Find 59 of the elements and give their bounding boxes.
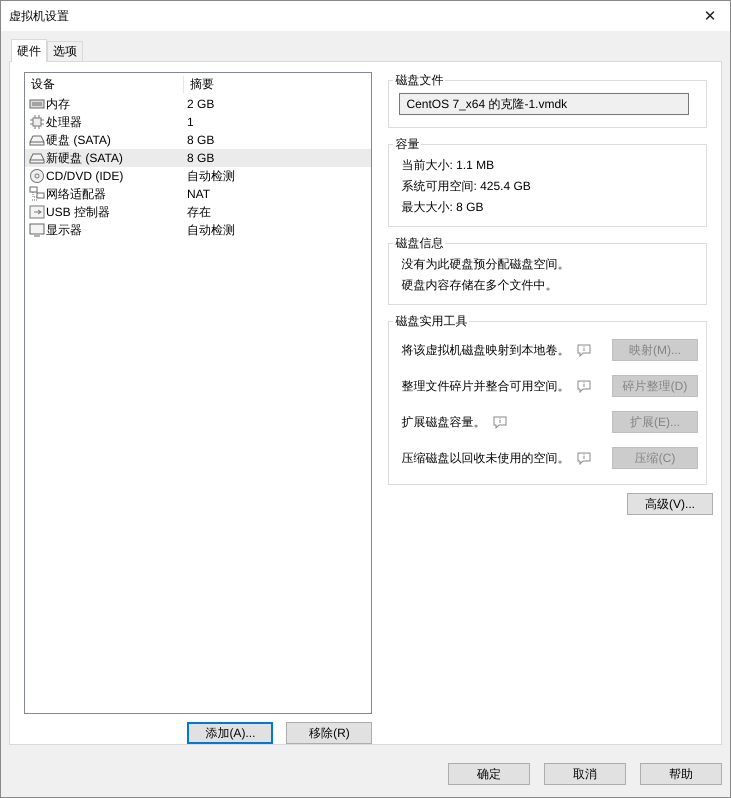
capacity-text: 系统可用空间: 425.4 GB: [400, 178, 532, 195]
device-summary: NAT: [186, 187, 210, 201]
network-icon: [29, 186, 45, 202]
device-row[interactable]: 内存 2 GB: [25, 95, 372, 113]
device-name: CD/DVD (IDE): [46, 169, 124, 183]
display-icon: [29, 222, 45, 238]
utility-text: 扩展磁盘容量。: [401, 414, 486, 430]
info-text: 没有为此硬盘预分配磁盘空间。: [400, 256, 570, 273]
device-row[interactable]: USB 控制器 存在: [25, 203, 372, 221]
utility-text: 将该虚拟机磁盘映射到本地卷。: [401, 342, 570, 358]
cdrom-icon: [29, 168, 45, 184]
device-name: 内存: [46, 96, 70, 112]
column-header: 设备: [25, 76, 184, 92]
device-summary: 自动检测: [186, 168, 235, 184]
device-row[interactable]: 网络适配器 NAT: [25, 185, 372, 203]
device-summary: 存在: [186, 204, 211, 220]
list-button[interactable]: 移除(R): [286, 722, 372, 744]
device-row[interactable]: 硬盘 (SATA) 8 GB: [25, 131, 372, 149]
close-button[interactable]: ✕: [690, 1, 730, 31]
group-title: 磁盘实用工具: [394, 313, 468, 330]
list-button[interactable]: 添加(A)...: [187, 722, 274, 744]
device-name: 硬盘 (SATA): [46, 132, 111, 148]
utility-text: 整理文件碎片并整合可用空间。: [401, 378, 570, 394]
group-title: 磁盘信息: [394, 235, 444, 252]
file-path-field[interactable]: CentOS 7_x64 的克隆-1.vmdk: [399, 93, 690, 115]
info-icon[interactable]: [493, 416, 508, 428]
group-title: 磁盘文件: [394, 72, 444, 89]
column-header: 摘要: [189, 76, 214, 92]
device-summary: 2 GB: [186, 97, 214, 111]
device-name: 新硬盘 (SATA): [46, 150, 123, 166]
dialog-button[interactable]: 帮助: [640, 763, 722, 785]
dialog-button[interactable]: 取消: [544, 763, 626, 785]
cpu-icon: [29, 114, 45, 130]
device-name: USB 控制器: [46, 204, 110, 220]
info-icon[interactable]: [577, 452, 592, 464]
device-name: 处理器: [46, 114, 82, 130]
usb-icon: [29, 204, 45, 220]
utility-text: 压缩磁盘以回收未使用的空间。: [401, 450, 570, 466]
window-title: 虚拟机设置: [9, 8, 69, 24]
group-title: 容量: [394, 136, 420, 153]
device-summary: 自动检测: [186, 222, 235, 238]
device-summary: 1: [186, 115, 194, 129]
tab[interactable]: 硬件: [11, 39, 47, 62]
tab[interactable]: 选项: [47, 41, 83, 61]
device-row[interactable]: 处理器 1: [25, 113, 372, 131]
device-summary: 8 GB: [186, 151, 214, 165]
device-name: 显示器: [46, 222, 82, 238]
device-row[interactable]: CD/DVD (IDE) 自动检测: [25, 167, 372, 185]
device-row[interactable]: 显示器 自动检测: [25, 221, 372, 239]
device-summary: 8 GB: [186, 133, 214, 147]
capacity-text: 最大大小: 8 GB: [400, 199, 484, 216]
advanced-button[interactable]: 高级(V)...: [627, 493, 713, 515]
device-name: 网络适配器: [46, 186, 106, 202]
capacity-text: 当前大小: 1.1 MB: [400, 157, 496, 174]
device-row[interactable]: 新硬盘 (SATA) 8 GB: [25, 149, 372, 167]
info-text: 硬盘内容存储在多个文件中。: [400, 277, 558, 294]
info-icon[interactable]: [577, 344, 592, 356]
info-icon[interactable]: [577, 380, 592, 392]
dialog-button[interactable]: 确定: [448, 763, 530, 785]
